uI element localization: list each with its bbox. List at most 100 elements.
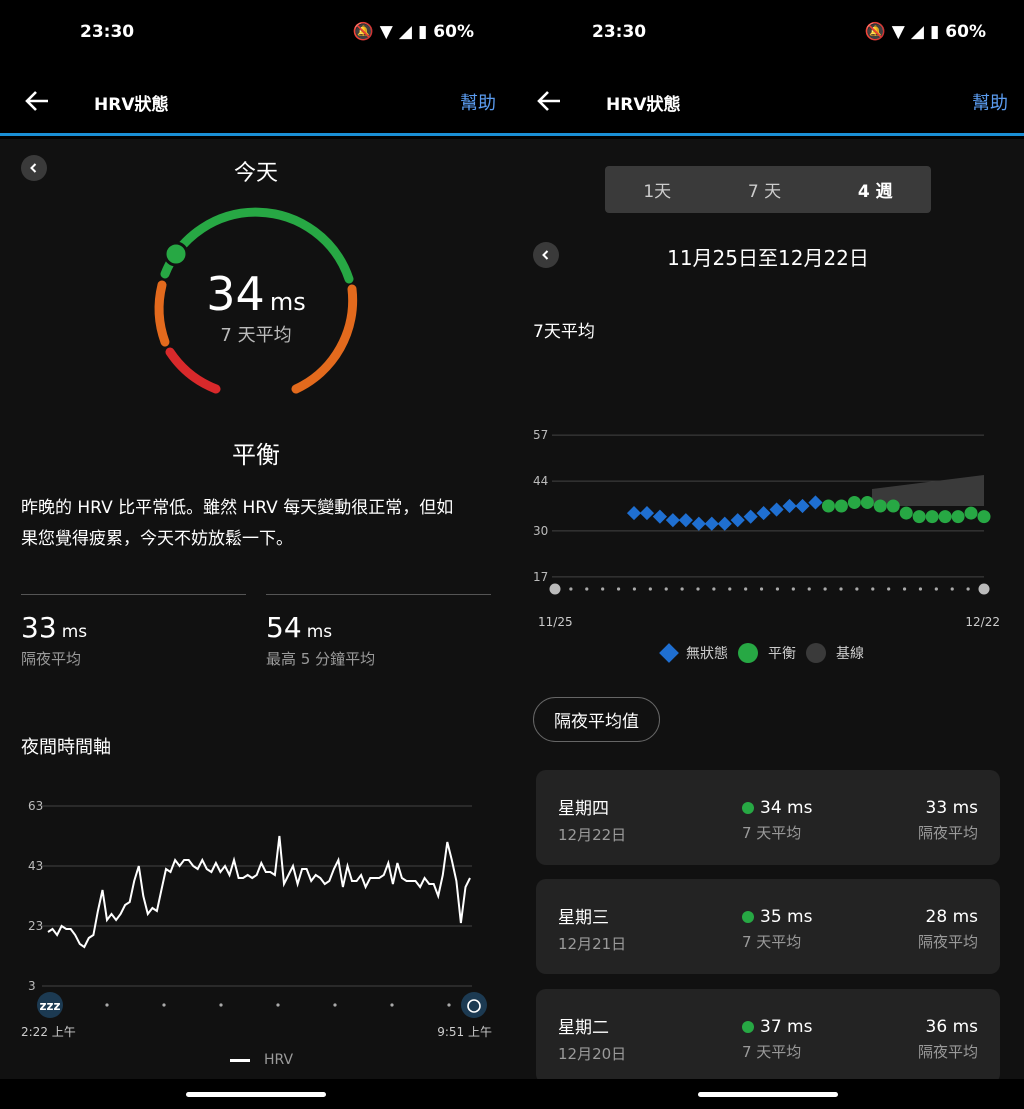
no-status-point xyxy=(639,506,655,521)
x-axis-dot xyxy=(585,587,589,591)
gauge-value: 34 ms xyxy=(0,267,512,321)
timeline-legend: HRV xyxy=(230,1052,293,1068)
x-axis-dot xyxy=(902,587,907,591)
tab-4-weeks[interactable]: 4 週 xyxy=(858,177,893,202)
day-overnight-label: 隔夜平均 xyxy=(917,824,978,842)
legend-baseline-label: 基線 xyxy=(836,646,864,662)
day-average: 37 ms xyxy=(742,1017,812,1037)
legend-balanced-swatch xyxy=(738,643,758,663)
description-line-1: 昨晚的 HRV 比平常低。雖然 HRV 每天變動很正常，但如 xyxy=(21,498,454,518)
balanced-status-dot xyxy=(742,802,754,814)
home-indicator[interactable] xyxy=(698,1092,838,1097)
x-axis-dot xyxy=(105,1003,109,1007)
signal-icon: ◢ xyxy=(910,22,924,42)
x-axis-dot xyxy=(680,587,684,591)
stat-max-unit: ms xyxy=(306,622,333,642)
x-axis-dot xyxy=(839,587,843,591)
day-overnight-label: 隔夜平均 xyxy=(917,1043,978,1061)
seven-day-average-chart: 57 44 30 17 xyxy=(533,428,991,595)
x-axis-start-label: 11/25 xyxy=(538,615,573,629)
legend-no-status-label: 無狀態 xyxy=(686,646,728,662)
y-tick-label: 17 xyxy=(533,570,548,584)
help-link[interactable]: 幫助 xyxy=(460,89,496,115)
stat-overnight: 33 ms 隔夜平均 xyxy=(21,594,246,669)
app-bar: HRV狀態 幫助 xyxy=(512,68,1024,136)
day-card[interactable]: 星期四 12月22日 34 ms 7 天平均 33 ms 隔夜平均 xyxy=(536,770,1000,865)
overnight-average-chip[interactable]: 隔夜平均值 xyxy=(533,697,660,742)
hrv-today-content: 今天 34 ms 7 天平均 平衡 昨晚的 HRV 比平常低。雖然 HRV 每天… xyxy=(0,139,512,1079)
balanced-point xyxy=(938,510,952,524)
legend-baseline-swatch xyxy=(806,643,826,663)
x-axis-dot xyxy=(807,587,811,591)
gauge-low-segment xyxy=(165,347,221,394)
no-status-point xyxy=(769,502,784,517)
x-axis-dot xyxy=(978,583,990,595)
x-axis-dot xyxy=(664,587,668,591)
no-status-point xyxy=(730,513,745,528)
tab-7-days[interactable]: 7 天 xyxy=(748,177,781,202)
x-axis-dot xyxy=(791,587,795,591)
day-average: 34 ms xyxy=(742,798,812,818)
y-tick-label: 57 xyxy=(533,428,548,442)
balanced-point xyxy=(847,495,861,509)
balanced-point xyxy=(925,510,939,524)
no-status-point xyxy=(678,513,693,528)
hrv-series-line xyxy=(47,835,471,949)
description-line-2: 果您覺得疲累，今天不妨放鬆一下。 xyxy=(21,529,293,549)
balanced-point xyxy=(873,499,887,513)
legend-hrv-label: HRV xyxy=(264,1052,294,1068)
day-date: 12月20日 xyxy=(558,1045,627,1063)
status-time: 23:30 xyxy=(80,22,135,42)
page-title: HRV狀態 xyxy=(606,95,681,115)
mute-icon: 🔕 xyxy=(352,22,374,42)
x-axis-dot xyxy=(696,587,700,591)
tab-1-day[interactable]: 1天 xyxy=(643,177,671,202)
day-average-value: 34 ms xyxy=(760,798,813,818)
back-arrow-icon[interactable] xyxy=(22,86,52,116)
wifi-icon: ▼ xyxy=(379,22,393,42)
x-axis-dot xyxy=(632,587,637,591)
section-title: 7天平均 xyxy=(533,322,595,342)
day-average-value: 37 ms xyxy=(760,1017,813,1037)
x-axis-dot xyxy=(855,587,859,591)
y-tick-label: 3 xyxy=(28,979,36,993)
day-overnight-value: 36 ms xyxy=(925,1017,978,1037)
balanced-point xyxy=(977,510,991,524)
legend-balanced-label: 平衡 xyxy=(768,646,796,662)
date-range: 11月25日至12月22日 xyxy=(667,246,869,270)
help-link[interactable]: 幫助 xyxy=(972,89,1008,115)
back-arrow-icon[interactable] xyxy=(534,86,564,116)
day-overnight-value: 33 ms xyxy=(925,798,978,818)
day-card[interactable]: 星期二 12月20日 37 ms 7 天平均 36 ms 隔夜平均 xyxy=(536,989,1000,1084)
stat-overnight-unit: ms xyxy=(61,622,88,642)
y-tick-label: 23 xyxy=(28,919,43,933)
day-average-value: 35 ms xyxy=(760,907,813,927)
x-axis-dot xyxy=(601,587,605,591)
day-average-label: 7 天平均 xyxy=(742,824,802,842)
home-indicator[interactable] xyxy=(186,1092,326,1097)
x-axis-dot xyxy=(728,587,732,591)
no-status-point xyxy=(808,495,823,510)
x-axis-dot xyxy=(549,583,561,595)
x-axis-dot xyxy=(934,587,938,591)
y-tick-label: 43 xyxy=(28,859,43,873)
stat-max-label: 最高 5 分鐘平均 xyxy=(266,650,376,668)
no-status-point xyxy=(782,498,797,514)
timeline-start-time: 2:22 上午 xyxy=(21,1025,76,1039)
x-axis-dot xyxy=(162,1003,166,1007)
balanced-point xyxy=(860,495,874,509)
app-bar: HRV狀態 幫助 xyxy=(0,68,512,136)
x-axis-end-label: 12/22 xyxy=(965,615,1000,629)
no-status-point xyxy=(652,509,667,524)
day-card[interactable]: 星期三 12月21日 35 ms 7 天平均 28 ms 隔夜平均 xyxy=(536,879,1000,974)
gauge-number: 34 xyxy=(206,267,265,321)
gauge-subtitle: 7 天平均 xyxy=(220,325,292,346)
stat-overnight-value: 33 xyxy=(21,611,57,644)
day-label: 今天 xyxy=(233,161,278,186)
battery-icon: ▮ xyxy=(417,22,428,42)
hrv-status-label: 平衡 xyxy=(232,441,280,469)
mute-icon: 🔕 xyxy=(864,22,886,42)
hrv-description: 昨晚的 HRV 比平常低。雖然 HRV 每天變動很正常，但如 果您覺得疲累，今天… xyxy=(21,493,501,555)
day-weekday: 星期四 xyxy=(558,799,609,819)
x-axis-dot xyxy=(887,587,891,591)
